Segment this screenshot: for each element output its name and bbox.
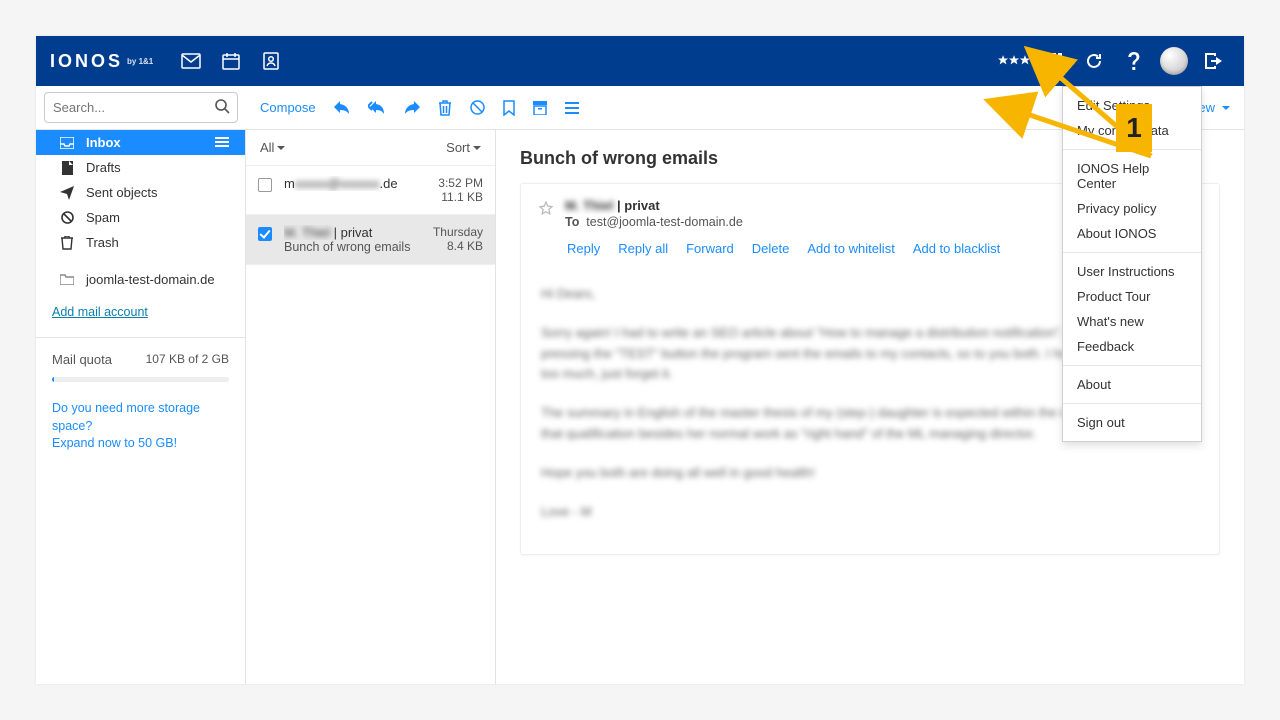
action-reply-all[interactable]: Reply all <box>618 241 668 256</box>
forward-icon[interactable] <box>404 101 420 115</box>
search-box <box>44 92 238 123</box>
message-sender: M. Thiel | privat <box>565 198 1129 213</box>
sidebar-item-inbox[interactable]: Inbox <box>36 130 245 155</box>
action-whitelist[interactable]: Add to whitelist <box>807 241 894 256</box>
row-checkbox[interactable] <box>258 178 272 192</box>
reply-all-icon[interactable] <box>368 101 386 115</box>
quota-usage: 107 KB of 2 GB <box>146 352 229 367</box>
brand-logo: IONOS by 1&1 <box>50 51 153 72</box>
sidebar-item-drafts[interactable]: Drafts <box>36 155 245 180</box>
action-blacklist[interactable]: Add to blacklist <box>913 241 1000 256</box>
message-row[interactable]: mxxxxx@xxxxxx.de 3:52 PM 11.1 KB <box>246 166 495 215</box>
row-checkbox[interactable] <box>258 227 272 241</box>
search-icon[interactable] <box>215 99 230 117</box>
quota-bar <box>52 377 229 382</box>
contacts-icon[interactable] <box>255 45 287 77</box>
list-filter[interactable]: All <box>260 140 285 155</box>
calendar-icon[interactable] <box>215 45 247 77</box>
search-input[interactable] <box>44 92 238 123</box>
message-row[interactable]: M. Thiel | privat Bunch of wrong emails … <box>246 215 495 265</box>
app-window: IONOS by 1&1 <box>36 36 1244 684</box>
more-icon[interactable] <box>565 102 579 114</box>
folder-label: Spam <box>86 210 120 225</box>
menu-about-ionos[interactable]: About IONOS <box>1063 221 1201 246</box>
add-mail-account-link[interactable]: Add mail account <box>52 305 148 319</box>
bookmark-icon[interactable] <box>503 100 515 116</box>
sidebar-item-account-folder[interactable]: joomla-test-domain.de <box>36 267 245 292</box>
menu-help-center[interactable]: IONOS Help Center <box>1063 156 1201 196</box>
spam-icon[interactable] <box>470 100 485 115</box>
brand-byline: by 1&1 <box>127 57 153 66</box>
folder-label: Drafts <box>86 160 121 175</box>
mail-icon[interactable] <box>175 45 207 77</box>
quota-upsell-link[interactable]: Do you need more storage space? Expand n… <box>52 400 229 453</box>
reply-icon[interactable] <box>334 101 350 115</box>
delete-icon[interactable] <box>438 100 452 116</box>
menu-privacy[interactable]: Privacy policy <box>1063 196 1201 221</box>
folder-menu-icon[interactable] <box>215 135 229 150</box>
stars-icon[interactable] <box>998 45 1030 77</box>
refresh-icon[interactable] <box>1078 45 1110 77</box>
message-list: All Sort mxxxxx@xxxxxx.de 3:52 PM 11.1 K… <box>246 130 496 684</box>
menu-product-tour[interactable]: Product Tour <box>1063 284 1201 309</box>
logout-icon[interactable] <box>1198 45 1230 77</box>
quota-title: Mail quota <box>52 352 112 367</box>
row-from: M. Thiel | privat <box>284 225 421 240</box>
action-reply[interactable]: Reply <box>567 241 600 256</box>
menu-about[interactable]: About <box>1063 372 1201 397</box>
row-time: 3:52 PM <box>438 176 483 190</box>
archive-icon[interactable] <box>533 101 547 115</box>
action-delete[interactable]: Delete <box>752 241 790 256</box>
trash-icon <box>60 236 74 250</box>
topbar: IONOS by 1&1 <box>36 36 1244 86</box>
list-sort[interactable]: Sort <box>446 140 481 155</box>
compose-button[interactable]: Compose <box>260 100 316 115</box>
row-subject: Bunch of wrong emails <box>284 240 421 254</box>
brand-name: IONOS <box>50 51 123 72</box>
ban-icon <box>60 211 74 224</box>
sidebar-item-trash[interactable]: Trash <box>36 230 245 255</box>
plane-icon <box>60 186 74 200</box>
menu-sign-out[interactable]: Sign out <box>1063 410 1201 435</box>
folder-label: joomla-test-domain.de <box>86 272 215 287</box>
star-icon[interactable] <box>539 201 553 218</box>
avatar-button[interactable] <box>1158 45 1190 77</box>
action-forward[interactable]: Forward <box>686 241 734 256</box>
inbox-icon <box>60 137 74 149</box>
mail-quota: Mail quota 107 KB of 2 GB Do you need mo… <box>36 337 245 467</box>
row-size: 11.1 KB <box>438 190 483 204</box>
menu-feedback[interactable]: Feedback <box>1063 334 1201 359</box>
folder-label: Sent objects <box>86 185 158 200</box>
apps-grid-icon[interactable] <box>1038 45 1070 77</box>
sidebar-item-sent[interactable]: Sent objects <box>36 180 245 205</box>
message-to: To test@joomla-test-domain.de <box>565 215 1129 229</box>
sidebar-item-spam[interactable]: Spam <box>36 205 245 230</box>
file-icon <box>60 161 74 175</box>
sidebar: Inbox Drafts Sent objects Spam <box>36 130 246 684</box>
folder-label: Inbox <box>86 135 121 150</box>
menu-user-instructions[interactable]: User Instructions <box>1063 259 1201 284</box>
menu-whats-new[interactable]: What's new <box>1063 309 1201 334</box>
folder-label: Trash <box>86 235 119 250</box>
row-time: Thursday <box>433 225 483 239</box>
folder-icon <box>60 274 74 285</box>
row-from: mxxxxx@xxxxxx.de <box>284 176 426 191</box>
callout-number: 1 <box>1116 104 1152 152</box>
help-icon[interactable] <box>1118 45 1150 77</box>
row-size: 8.4 KB <box>433 239 483 253</box>
